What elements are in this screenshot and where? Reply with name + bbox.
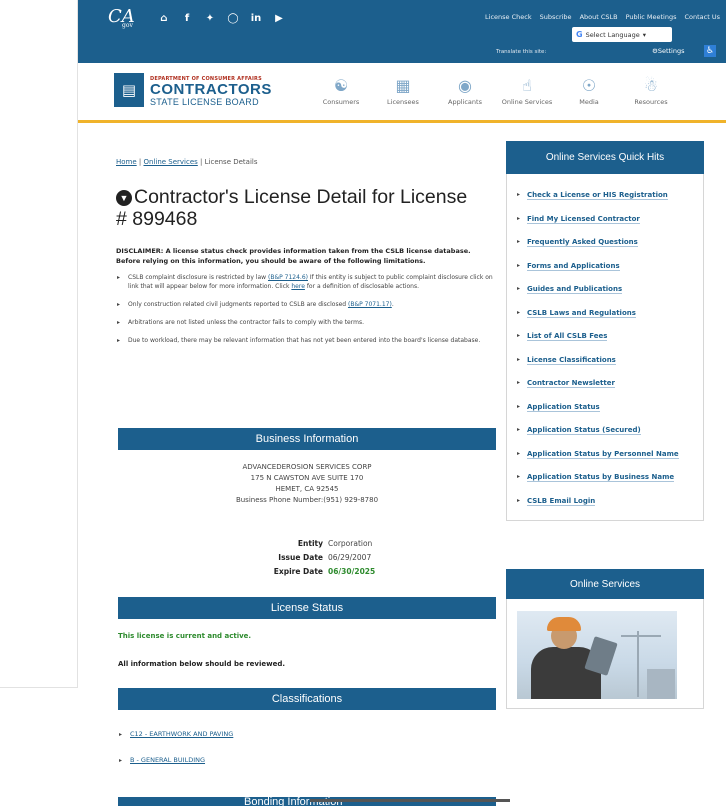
business-address-line2: HEMET, CA 92545 bbox=[275, 485, 339, 493]
linkedin-icon[interactable]: in bbox=[250, 12, 262, 24]
list-item: CSLB complaint disclosure is restricted … bbox=[116, 273, 496, 291]
home-icon[interactable]: ⌂ bbox=[158, 12, 170, 24]
translate-label: Translate this site: bbox=[496, 49, 547, 55]
list-item: B - GENERAL BUILDING bbox=[118, 756, 233, 765]
nav-item-resources[interactable]: ☃ Resources bbox=[620, 76, 682, 106]
license-status-heading: License Status bbox=[118, 597, 496, 619]
quick-link-application-status[interactable]: Application Status bbox=[517, 402, 699, 412]
top-link-about[interactable]: About CSLB bbox=[580, 13, 618, 21]
list-item: Due to workload, there may be relevant i… bbox=[116, 336, 496, 345]
business-address-line1: 175 N CAWSTON AVE SUITE 170 bbox=[250, 474, 364, 482]
breadcrumb-online-services[interactable]: Online Services bbox=[143, 158, 197, 166]
accessibility-icon[interactable]: ♿ bbox=[704, 45, 716, 57]
chevron-down-icon: ▾ bbox=[642, 30, 647, 39]
classifications-heading: Classifications bbox=[118, 688, 496, 710]
cslb-logo-text[interactable]: DEPARTMENT OF CONSUMER AFFAIRS CONTRACTO… bbox=[150, 76, 272, 107]
quick-link-guides[interactable]: Guides and Publications bbox=[517, 284, 699, 294]
review-note: All information below should be reviewed… bbox=[118, 660, 285, 668]
quick-link-laws[interactable]: CSLB Laws and Regulations bbox=[517, 308, 699, 318]
classification-c12-link[interactable]: C12 - EARTHWORK AND PAVING bbox=[130, 730, 233, 738]
cslb-logo-icon[interactable]: ▤ bbox=[114, 73, 144, 107]
quick-link-status-business[interactable]: Application Status by Business Name bbox=[517, 472, 699, 482]
instagram-icon[interactable]: ◯ bbox=[227, 12, 239, 24]
quick-hits-list: Check a License or HIS Registration Find… bbox=[506, 174, 704, 521]
people-icon: ☯ bbox=[333, 76, 349, 95]
here-link[interactable]: here bbox=[291, 283, 305, 290]
page-title: ▼ Contractor's License Detail for License… bbox=[116, 186, 468, 230]
list-item: Arbitrations are not listed unless the c… bbox=[116, 318, 496, 327]
nav-items: ☯ Consumers ▦ Licensees ◉ Applicants ☝ Onlin… bbox=[310, 76, 682, 106]
left-panel bbox=[0, 0, 78, 688]
globe-icon: ☉ bbox=[581, 76, 597, 95]
top-link-contact[interactable]: Contact Us bbox=[685, 13, 721, 21]
list-item: Only construction related civil judgment… bbox=[116, 300, 496, 309]
breadcrumb: Home | Online Services | License Details bbox=[116, 158, 258, 166]
issue-date: 06/29/2007 bbox=[328, 553, 372, 562]
top-links: License Check Subscribe About CSLB Publi… bbox=[485, 13, 720, 21]
bp-7124-link[interactable]: (B&P 7124.6) bbox=[268, 274, 308, 281]
scrollbar[interactable] bbox=[310, 799, 510, 802]
quick-link-faq[interactable]: Frequently Asked Questions bbox=[517, 237, 699, 247]
license-meta: Entity Corporation Issue Date 06/29/2007 E… bbox=[190, 537, 430, 579]
nav-item-media[interactable]: ☉ Media bbox=[558, 76, 620, 106]
expire-date: 06/30/2025 bbox=[328, 567, 376, 576]
breadcrumb-current: License Details bbox=[204, 158, 258, 166]
nav-item-online-services[interactable]: ☝ Online Services bbox=[496, 76, 558, 106]
google-icon: G bbox=[576, 30, 583, 39]
contractor-photo[interactable] bbox=[517, 611, 677, 699]
quick-link-classifications[interactable]: License Classifications bbox=[517, 355, 699, 365]
quick-link-email-login[interactable]: CSLB Email Login bbox=[517, 496, 699, 506]
quick-link-application-status-secured[interactable]: Application Status (Secured) bbox=[517, 425, 699, 435]
settings-button[interactable]: ⚙Settings bbox=[652, 47, 685, 55]
applicant-icon: ◉ bbox=[458, 76, 472, 95]
social-links: ⌂ f ✦ ◯ in ▶ bbox=[158, 12, 285, 24]
top-link-license-check[interactable]: License Check bbox=[485, 13, 532, 21]
quick-hits-panel: Online Services Quick Hits Check a Licen… bbox=[506, 141, 704, 521]
quick-link-status-personnel[interactable]: Application Status by Personnel Name bbox=[517, 449, 699, 459]
main-content: Home | Online Services | License Details… bbox=[116, 158, 496, 354]
chevron-down-icon[interactable]: ▼ bbox=[116, 190, 132, 206]
online-services-panel: Online Services bbox=[506, 569, 704, 709]
top-link-public-meetings[interactable]: Public Meetings bbox=[626, 13, 677, 21]
nav-item-consumers[interactable]: ☯ Consumers bbox=[310, 76, 372, 106]
status-badge: This license is current and active. bbox=[118, 632, 252, 640]
top-bar: CA gov ⌂ f ✦ ◯ in ▶ License Check Subscri… bbox=[78, 0, 726, 63]
ca-gov-logo[interactable]: CA gov bbox=[108, 6, 142, 32]
twitter-icon[interactable]: ✦ bbox=[204, 12, 216, 24]
language-select[interactable]: G Select Language ▾ bbox=[572, 27, 672, 42]
disclaimer-bullets: CSLB complaint disclosure is restricted … bbox=[116, 273, 496, 345]
quick-link-forms[interactable]: Forms and Applications bbox=[517, 261, 699, 271]
list-item: C12 - EARTHWORK AND PAVING bbox=[118, 730, 233, 739]
classification-list: C12 - EARTHWORK AND PAVING B - GENERAL B… bbox=[118, 730, 233, 782]
nav-item-licensees[interactable]: ▦ Licensees bbox=[372, 76, 434, 106]
disclaimer: DISCLAIMER: A license status check provi… bbox=[116, 247, 471, 265]
quick-link-fees[interactable]: List of All CSLB Fees bbox=[517, 331, 699, 341]
quick-link-check-license[interactable]: Check a License or HIS Registration bbox=[517, 190, 699, 200]
business-information-heading: Business Information bbox=[118, 428, 496, 450]
classification-b-link[interactable]: B - GENERAL BUILDING bbox=[130, 756, 205, 764]
quick-link-find-contractor[interactable]: Find My Licensed Contractor bbox=[517, 214, 699, 224]
facebook-icon[interactable]: f bbox=[181, 12, 193, 24]
business-phone: Business Phone Number:(951) 929-8780 bbox=[235, 496, 379, 504]
business-name: ADVANCEDEROSION SERVICES CORP bbox=[242, 463, 372, 471]
business-address: ADVANCEDEROSION SERVICES CORP 175 N CAWS… bbox=[118, 462, 496, 506]
online-services-heading: Online Services bbox=[506, 569, 704, 599]
top-link-subscribe[interactable]: Subscribe bbox=[540, 13, 572, 21]
touch-icon: ☝ bbox=[522, 76, 532, 95]
main-navbar: ▤ DEPARTMENT OF CONSUMER AFFAIRS CONTRAC… bbox=[78, 63, 726, 123]
youtube-icon[interactable]: ▶ bbox=[273, 12, 285, 24]
id-card-icon: ▦ bbox=[395, 76, 411, 95]
entity-value: Corporation bbox=[328, 539, 373, 548]
nav-item-applicants[interactable]: ◉ Applicants bbox=[434, 76, 496, 106]
breadcrumb-home[interactable]: Home bbox=[116, 158, 137, 166]
quick-hits-heading: Online Services Quick Hits bbox=[506, 141, 704, 174]
quick-link-newsletter[interactable]: Contractor Newsletter bbox=[517, 378, 699, 388]
network-icon: ☃ bbox=[643, 76, 659, 95]
bp-7071-link[interactable]: (B&P 7071.17) bbox=[348, 301, 392, 308]
